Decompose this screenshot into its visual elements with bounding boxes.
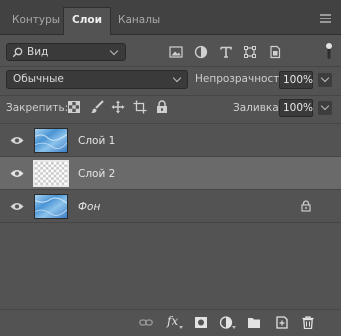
dropdown-triangle-icon [179, 326, 183, 329]
lock-label: Закрепить: [6, 102, 69, 114]
new-group-folder-icon[interactable] [247, 316, 261, 329]
eye-visibility-icon[interactable] [10, 136, 24, 145]
lock-position-move-icon[interactable] [111, 100, 125, 114]
trash-delete-icon[interactable] [301, 316, 315, 329]
image-filter-icon[interactable] [169, 45, 183, 59]
lock-all-icon[interactable] [156, 100, 168, 114]
layer-row[interactable]: Слой 1 [0, 124, 341, 157]
shape-filter-icon[interactable] [243, 45, 257, 59]
layer-thumbnail [34, 128, 68, 153]
eye-visibility-icon[interactable] [10, 169, 24, 178]
fill-label: Заливка: [233, 102, 283, 114]
tab-layers[interactable]: Слои [63, 7, 111, 35]
add-mask-icon[interactable] [194, 316, 208, 329]
layer-thumbnail [33, 160, 69, 187]
chevron-down-icon [109, 46, 119, 56]
smart-object-filter-icon[interactable] [268, 45, 282, 59]
filter-kind-label: Вид [27, 46, 49, 58]
panel-tab-bar: Контуры Слои Каналы [0, 0, 341, 35]
eye-visibility-icon[interactable] [10, 202, 24, 211]
opacity-slider-button[interactable] [318, 73, 332, 87]
layer-lock-icon [301, 200, 311, 212]
divider [0, 66, 341, 67]
layer-row[interactable]: Фон [0, 190, 341, 223]
layer-name[interactable]: Фон [78, 201, 100, 213]
divider [0, 95, 341, 96]
opacity-input[interactable]: 100% [279, 71, 313, 89]
blend-mode-value: Обычные [13, 73, 64, 85]
dropdown-triangle-icon [232, 326, 236, 329]
blend-mode-select[interactable]: Обычные [6, 70, 188, 89]
opacity-label: Непрозрачность: [195, 73, 290, 85]
filter-toggle-switch[interactable] [326, 42, 332, 60]
fill-input[interactable]: 100% [279, 99, 313, 117]
adjustment-layer-icon[interactable] [219, 316, 233, 329]
tab-paths[interactable]: Контуры [4, 8, 68, 34]
search-icon [12, 47, 23, 58]
lock-transparency-icon[interactable] [68, 101, 80, 113]
layer-thumbnail [34, 194, 68, 219]
layer-row-selected[interactable]: Слой 2 [0, 157, 341, 190]
lock-artboard-icon[interactable] [133, 100, 147, 114]
new-layer-icon[interactable] [275, 316, 289, 329]
link-layers-icon[interactable] [139, 316, 153, 329]
layer-name[interactable]: Слой 2 [78, 168, 115, 180]
fill-slider-button[interactable] [318, 101, 332, 115]
chevron-down-icon [172, 73, 182, 83]
filter-kind-select[interactable]: Вид [6, 43, 126, 61]
layer-style-fx-button[interactable]: fx [167, 314, 178, 328]
lock-pixels-brush-icon[interactable] [90, 100, 104, 114]
type-filter-icon[interactable] [219, 45, 233, 59]
layer-name[interactable]: Слой 1 [78, 135, 115, 147]
adjustment-filter-icon[interactable] [194, 45, 208, 59]
tab-channels[interactable]: Каналы [110, 8, 168, 34]
panel-menu-icon[interactable] [320, 14, 331, 23]
